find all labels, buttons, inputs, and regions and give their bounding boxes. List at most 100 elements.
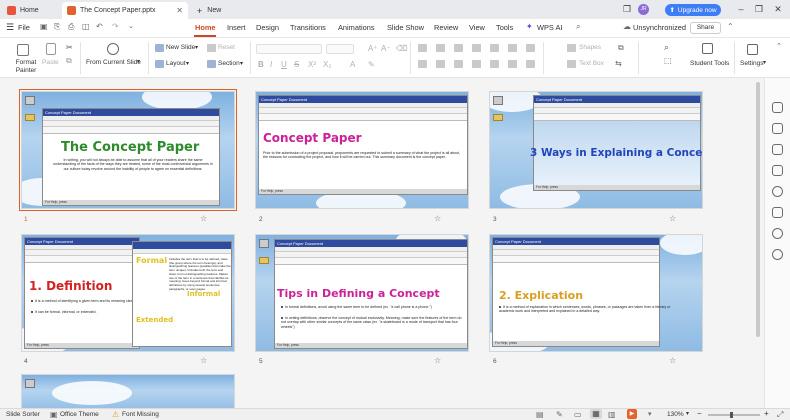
preview-icon[interactable]: ◫	[82, 22, 90, 31]
sync-status[interactable]: Unsynchronized	[633, 23, 686, 32]
text-box-icon[interactable]	[567, 60, 576, 68]
from-current-slide-label[interactable]: From Current Slide	[86, 59, 141, 66]
replace-icon[interactable]: ⇆	[615, 59, 622, 68]
hamburger-icon[interactable]: ☰	[6, 22, 14, 33]
find-icon[interactable]: ⌕	[664, 42, 669, 53]
settings-label[interactable]: Settings	[740, 60, 764, 67]
vertical-align-icon[interactable]	[508, 60, 517, 68]
align-left-icon[interactable]	[418, 60, 427, 68]
bullets-icon[interactable]	[418, 44, 427, 52]
clear-format-icon[interactable]: ⌫	[396, 44, 407, 53]
favorite-star-icon-1[interactable]: ☆	[200, 214, 207, 223]
settings-dropdown-icon[interactable]: ▾	[763, 59, 766, 66]
columns-icon[interactable]	[526, 44, 535, 52]
reading-view-icon[interactable]: ▥	[608, 410, 616, 419]
cut-icon[interactable]: ✂	[66, 43, 73, 52]
zoom-level[interactable]: 130%	[667, 411, 684, 418]
underline-icon[interactable]: U	[281, 60, 287, 69]
slide-sorter-label[interactable]: Slide Sorter	[6, 411, 40, 418]
close-window-icon[interactable]: ✕	[771, 2, 785, 16]
justify-icon[interactable]	[472, 60, 481, 68]
font-size-field[interactable]	[326, 44, 354, 54]
line-spacing-icon[interactable]	[490, 44, 499, 52]
distributed-icon[interactable]	[490, 60, 499, 68]
adjust-icon[interactable]	[772, 102, 783, 113]
new-tab[interactable]: + New	[192, 2, 232, 19]
zoom-out-icon[interactable]: −	[697, 409, 702, 418]
more-options-icon[interactable]: ⌃	[727, 22, 734, 31]
menu-tools[interactable]: Tools	[496, 23, 513, 32]
paste-icon[interactable]	[46, 43, 56, 55]
slide-thumbnail-5[interactable]: Concept Paper Document Tips in Defining …	[255, 234, 469, 352]
menu-animations[interactable]: Animations	[338, 23, 375, 32]
layout-label[interactable]: Layout	[166, 60, 186, 67]
arrange-icon[interactable]: ⧉	[618, 43, 624, 53]
font-missing-label[interactable]: Font Missing	[122, 411, 159, 418]
menu-file[interactable]: File	[18, 23, 30, 32]
notes-icon[interactable]: ▤	[536, 410, 544, 419]
close-tab-icon[interactable]: ✕	[176, 6, 183, 15]
slide-thumbnail-4[interactable]: Concept Paper Document 1. Definition It …	[21, 234, 235, 352]
subscript-icon[interactable]: X₂	[323, 60, 331, 69]
from-current-dropdown-icon[interactable]: ▾	[137, 58, 140, 65]
fit-window-icon[interactable]: ⤢	[777, 410, 783, 420]
menu-wps-ai[interactable]: WPS AI	[537, 23, 562, 32]
text-box-label[interactable]: Text Box	[579, 60, 604, 67]
paste-label[interactable]: Paste	[42, 59, 59, 66]
help-icon[interactable]	[772, 249, 783, 260]
align-right-icon[interactable]	[454, 60, 463, 68]
search-icon[interactable]: ⌕	[576, 22, 580, 32]
play-from-current-icon[interactable]	[107, 43, 119, 55]
star-panel-icon[interactable]	[772, 186, 783, 197]
favorite-star-icon-3[interactable]: ☆	[669, 214, 676, 223]
text-direction-icon[interactable]	[508, 44, 517, 52]
section-label[interactable]: Section	[218, 60, 240, 67]
slide-thumbnail-2[interactable]: Concept Paper Document Concept Paper Pri…	[255, 91, 469, 209]
new-slide-dropdown-icon[interactable]: ▾	[195, 44, 198, 51]
favorite-star-icon-5[interactable]: ☆	[434, 356, 441, 365]
student-tools-label[interactable]: Student Tools	[690, 60, 729, 67]
strikethrough-icon[interactable]: S	[294, 60, 299, 69]
new-slide-icon[interactable]	[155, 44, 164, 52]
menu-transitions[interactable]: Transitions	[290, 23, 326, 32]
new-slide-label[interactable]: New Slide	[166, 44, 195, 51]
restore-window-icon[interactable]: ❐	[752, 2, 766, 16]
collapse-ribbon-icon[interactable]: ⌃	[776, 42, 782, 50]
zoom-dropdown-arrow[interactable]: ▾	[686, 410, 689, 417]
bold-icon[interactable]: B	[258, 60, 264, 69]
settings-icon[interactable]	[747, 44, 758, 55]
favorite-star-icon-2[interactable]: ☆	[434, 214, 441, 223]
menu-insert[interactable]: Insert	[227, 23, 245, 32]
undo-icon[interactable]: ↶	[96, 22, 103, 31]
minimize-window-icon[interactable]: –	[734, 2, 748, 16]
increase-indent-icon[interactable]	[472, 44, 481, 52]
copy-panel-icon[interactable]	[772, 144, 783, 155]
student-tools-icon[interactable]	[702, 43, 713, 54]
format-painter-label[interactable]: Format Painter	[12, 59, 40, 75]
favorite-star-icon-6[interactable]: ☆	[669, 356, 676, 365]
history-icon[interactable]	[772, 228, 783, 239]
slide-sorter-icon[interactable]: ▦	[590, 409, 602, 419]
slide-thumbnail-7[interactable]	[21, 374, 235, 408]
normal-view-icon[interactable]: ▭	[574, 410, 582, 419]
section-icon[interactable]	[207, 60, 216, 68]
favorite-star-icon-4[interactable]: ☆	[200, 356, 207, 365]
shapes-label[interactable]: Shapes	[579, 44, 601, 51]
zoom-in-icon[interactable]: +	[764, 409, 769, 418]
menu-design[interactable]: Design	[256, 23, 279, 32]
superscript-icon[interactable]: X²	[308, 60, 316, 69]
vertical-scrollbar[interactable]	[756, 82, 760, 337]
slide-thumbnail-3[interactable]: Concept Paper Document 3 Ways in Explain…	[489, 91, 703, 209]
redo-icon[interactable]: ↷	[112, 22, 119, 31]
italic-icon[interactable]: I	[270, 60, 272, 69]
window-icon[interactable]: ❐	[620, 2, 634, 16]
copy-icon[interactable]: ⧉	[66, 56, 72, 66]
smartart-icon[interactable]	[526, 60, 535, 68]
highlight-icon[interactable]: ✎	[368, 60, 375, 69]
wps-ai-icon[interactable]: ✦	[526, 22, 533, 31]
upgrade-button[interactable]: ⬆ Upgrade now	[665, 4, 721, 16]
zoom-slider[interactable]	[708, 414, 760, 416]
section-dropdown-icon[interactable]: ▾	[240, 60, 243, 67]
menu-slide-show[interactable]: Slide Show	[387, 23, 424, 32]
increase-font-icon[interactable]: A⁺	[368, 44, 378, 53]
